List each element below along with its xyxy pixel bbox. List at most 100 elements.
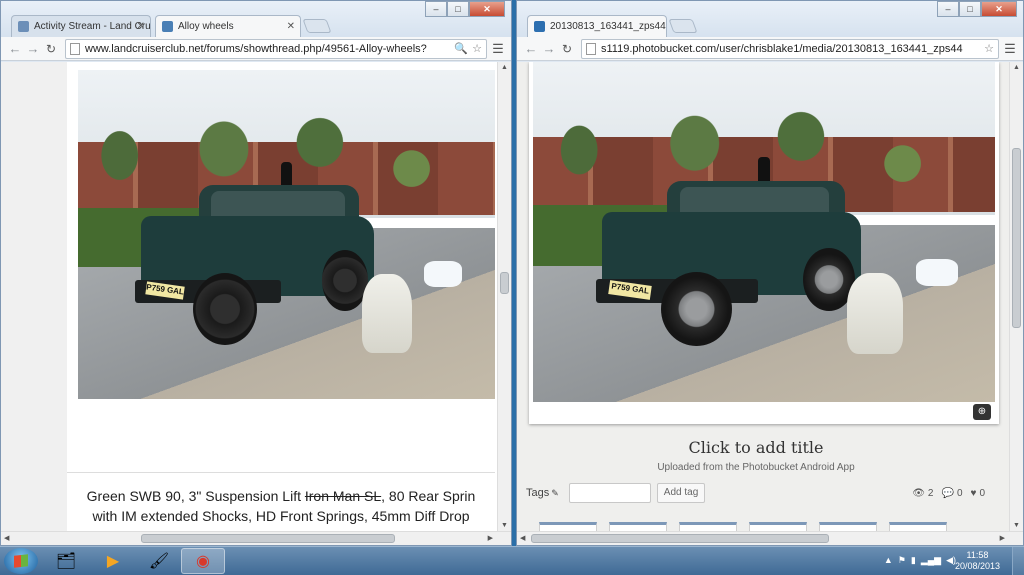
page-viewport: P759 GAL ⊕ Click to add title Uploaded f… — [517, 62, 1023, 545]
taskbar-paint[interactable]: 🖌 — [137, 548, 181, 574]
horizontal-scrollbar[interactable]: ◀ ▶ — [1, 531, 511, 545]
star-icon[interactable]: ☆ — [984, 42, 994, 55]
back-arrow-icon[interactable]: ← — [523, 41, 539, 56]
divider — [67, 472, 495, 473]
scrollbar-thumb[interactable] — [531, 534, 829, 543]
minimize-button[interactable]: – — [937, 1, 959, 17]
paint-icon: 🖌 — [148, 553, 170, 570]
tab-label: Alloy wheels — [178, 21, 234, 32]
show-desktop-button[interactable] — [1012, 547, 1024, 575]
scroll-down-icon[interactable]: ▼ — [1013, 522, 1020, 529]
likes-stat[interactable]: ♥ 0 — [971, 488, 986, 499]
url-text: www.landcruiserclub.net/forums/showthrea… — [85, 42, 427, 55]
media-photo[interactable]: P759 GAL — [533, 62, 995, 402]
flag-icon[interactable]: ⚑ — [898, 555, 906, 566]
post-line-1: Green SWB 90, 3" Suspension Lift Iron Ma… — [86, 488, 476, 504]
maximize-button[interactable]: □ — [447, 1, 469, 17]
taskbar-media-player[interactable]: ▶ — [91, 548, 135, 574]
heart-icon: ♥ — [970, 487, 977, 499]
front-wheel — [193, 272, 258, 346]
tab-close-icon[interactable]: ✕ — [137, 16, 145, 37]
reload-icon[interactable]: ↻ — [43, 42, 59, 56]
step-stool — [847, 272, 903, 355]
tag-icon: ✎ — [551, 487, 559, 498]
close-button[interactable]: ✕ — [981, 1, 1017, 17]
menu-icon[interactable]: ☰ — [1003, 41, 1017, 57]
page-icon — [70, 42, 80, 55]
star-icon[interactable]: ☆ — [472, 42, 482, 55]
clock-date: 20/08/2013 — [954, 561, 1000, 571]
show-hidden-icons-icon[interactable]: ▲ — [884, 555, 893, 566]
scroll-up-icon[interactable]: ▲ — [1013, 64, 1020, 71]
system-tray: ▲ ⚑ ▮ ▂▄▆ ◀) — [884, 555, 956, 566]
browser-window-left: Activity Stream - Land Cru ✕ Alloy wheel… — [0, 0, 512, 546]
tab-activity-stream[interactable]: Activity Stream - Land Cru ✕ — [11, 15, 151, 37]
scrollbar-thumb[interactable] — [141, 534, 395, 543]
scroll-left-icon[interactable]: ◀ — [4, 534, 9, 542]
paper-roll — [424, 260, 462, 288]
scroll-up-icon[interactable]: ▲ — [501, 64, 508, 71]
vertical-scrollbar[interactable]: ▲ ▼ — [497, 62, 511, 531]
power-icon[interactable]: ▮ — [911, 555, 916, 566]
tag-input[interactable] — [568, 483, 651, 503]
tab-strip: Activity Stream - Land Cru ✕ Alloy wheel… — [1, 1, 511, 37]
browser-toolbar: ← → ↻ s1119.photobucket.com/user/chrisbl… — [517, 37, 1023, 61]
new-tab-button[interactable] — [668, 19, 698, 33]
page-icon — [586, 42, 596, 55]
post-text: Green SWB 90, 3" Suspension Lift Iron Ma… — [67, 486, 495, 526]
maximize-button[interactable]: □ — [959, 1, 981, 17]
scroll-left-icon[interactable]: ◀ — [520, 534, 525, 542]
vertical-scrollbar[interactable]: ▲ ▼ — [1009, 62, 1023, 531]
taskbar-explorer[interactable]: 🗂 — [44, 548, 88, 574]
step-stool — [361, 273, 412, 353]
comments-stat[interactable]: 💬 0 — [941, 488, 962, 499]
scroll-right-icon[interactable]: ▶ — [488, 534, 493, 542]
url-text: s1119.photobucket.com/user/chrisblake1/m… — [601, 42, 963, 55]
views-stat: 👁 2 — [912, 487, 934, 499]
scrollbar-thumb[interactable] — [500, 272, 509, 294]
back-arrow-icon[interactable]: ← — [7, 41, 23, 56]
window-controls: – □ ✕ — [425, 1, 505, 17]
window-controls: – □ ✕ — [937, 1, 1017, 17]
front-wheel — [660, 271, 732, 347]
taskbar-chrome[interactable]: ◉ — [181, 548, 225, 574]
close-button[interactable]: ✕ — [469, 1, 505, 17]
tab-label: Activity Stream - Land Cru — [34, 21, 151, 32]
forward-arrow-icon[interactable]: → — [25, 41, 41, 56]
media-frame: P759 GAL ⊕ — [529, 62, 999, 424]
start-button[interactable] — [4, 548, 38, 574]
reload-icon[interactable]: ↻ — [559, 42, 575, 56]
scrollbar-thumb[interactable] — [1012, 148, 1021, 328]
media-stats: 👁 2 💬 0 ♥ 0 — [912, 488, 985, 499]
taskbar: 🗂 ▶ 🖌 ◉ ▲ ⚑ ▮ ▂▄▆ ◀) 11:58 20/08/2013 — [0, 546, 1024, 575]
clock-time: 11:58 — [966, 550, 989, 560]
tags-label: Tags — [526, 487, 550, 499]
tab-strip: 20130813_163441_zps449c – □ ✕ — [517, 1, 1023, 37]
tab-alloy-wheels[interactable]: Alloy wheels ✕ — [155, 15, 301, 37]
post-content: P759 GAL Green SWB 90, 3" Suspension Lif… — [67, 62, 495, 545]
network-icon[interactable]: ▂▄▆ — [921, 555, 941, 566]
zoom-icon[interactable]: 🔍 — [454, 42, 468, 55]
forward-arrow-icon[interactable]: → — [541, 41, 557, 56]
media-title-prompt[interactable]: Click to add title — [517, 438, 995, 457]
post-photo[interactable]: P759 GAL — [78, 70, 495, 399]
comment-icon: 💬 — [941, 487, 954, 499]
photobucket-favicon-icon — [534, 21, 545, 32]
zoom-in-icon[interactable]: ⊕ — [973, 404, 991, 420]
scroll-right-icon[interactable]: ▶ — [1000, 534, 1005, 542]
windows-logo-icon — [14, 554, 28, 568]
land-cruiser: P759 GAL — [111, 162, 403, 353]
forum-favicon-icon — [162, 21, 173, 32]
address-bar[interactable]: s1119.photobucket.com/user/chrisblake1/m… — [581, 38, 999, 59]
address-bar[interactable]: www.landcruiserclub.net/forums/showthrea… — [65, 38, 487, 59]
minimize-button[interactable]: – — [425, 1, 447, 17]
add-tag-button[interactable]: Add tag — [656, 483, 706, 503]
horizontal-scrollbar[interactable]: ◀ ▶ — [517, 531, 1023, 545]
scroll-down-icon[interactable]: ▼ — [501, 522, 508, 529]
media-player-icon: ▶ — [106, 553, 120, 570]
new-tab-button[interactable] — [302, 19, 332, 33]
tab-close-icon[interactable]: ✕ — [287, 16, 295, 37]
clock[interactable]: 11:58 20/08/2013 — [955, 550, 1000, 572]
menu-icon[interactable]: ☰ — [491, 41, 505, 57]
tab-photobucket[interactable]: 20130813_163441_zps449c — [527, 15, 667, 37]
